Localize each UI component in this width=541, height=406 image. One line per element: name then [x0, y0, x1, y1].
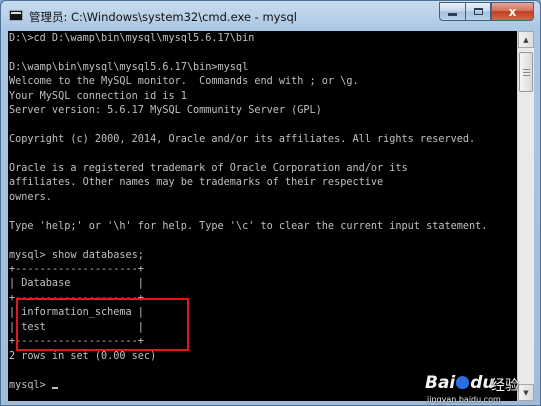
highlight-annotation [16, 298, 189, 351]
vertical-scrollbar[interactable]: ▲ ▼ [517, 31, 534, 401]
grip-line [523, 75, 530, 76]
console-line: mysql> show databases; [9, 249, 144, 261]
console-line: Server version: 5.6.17 MySQL Community S… [9, 105, 322, 117]
watermark-url: jingyan.baidu.com [427, 395, 501, 404]
text-cursor [51, 386, 58, 389]
console-output[interactable]: D:\>cd D:\wamp\bin\mysql\mysql5.6.17\bin… [8, 31, 517, 401]
console-line: Welcome to the MySQL monitor. Commands e… [9, 76, 359, 88]
console-line: Oracle is a registered trademark of Orac… [9, 162, 408, 174]
grip-line [523, 72, 530, 73]
baidu-watermark: Bai du 经验 jingyan.baidu.com [425, 373, 539, 405]
baidu-paw-icon [456, 376, 470, 389]
grip-line [523, 69, 530, 70]
scroll-up-button[interactable]: ▲ [518, 31, 534, 48]
title-bar[interactable]: 管理员: C:\Windows\system32\cmd.exe - mysql… [1, 1, 540, 31]
console-line: | Database | [9, 278, 144, 290]
console-line: Copyright (c) 2000, 2014, Oracle and/or … [9, 134, 476, 146]
console-line: D:\wamp\bin\mysql\mysql5.6.17\bin>mysql [9, 61, 249, 73]
console-line: D:\>cd D:\wamp\bin\mysql\mysql5.6.17\bin [9, 33, 255, 44]
close-icon: x [508, 4, 517, 19]
minimize-icon [448, 13, 457, 16]
console-line: mysql> [9, 379, 487, 393]
scroll-thumb[interactable] [519, 52, 533, 92]
watermark-cn: 经验 [491, 378, 519, 394]
watermark-brand: Bai du [425, 373, 495, 393]
console-line: Your MySQL connection id is 1 [9, 90, 187, 102]
console-line: 2 rows in set (0.00 sec) [9, 350, 157, 362]
cmd-window: 管理员: C:\Windows\system32\cmd.exe - mysql… [0, 0, 541, 406]
maximize-button[interactable] [465, 2, 491, 21]
window-title: 管理员: C:\Windows\system32\cmd.exe - mysql [29, 10, 297, 24]
console-line: affiliates. Other names may be trademark… [9, 177, 384, 189]
console-line: owners. [9, 191, 52, 203]
chevron-up-icon: ▲ [523, 35, 529, 44]
maximize-icon [473, 8, 483, 15]
watermark-brand-text: Bai [425, 373, 456, 393]
console-line: +--------------------+ [9, 264, 144, 275]
caption-buttons: x [439, 2, 534, 21]
console-line: Type 'help;' or '\h' for help. Type '\c'… [9, 220, 488, 232]
minimize-button[interactable] [439, 2, 465, 21]
close-button[interactable]: x [491, 2, 534, 21]
cmd-icon[interactable] [9, 10, 23, 21]
